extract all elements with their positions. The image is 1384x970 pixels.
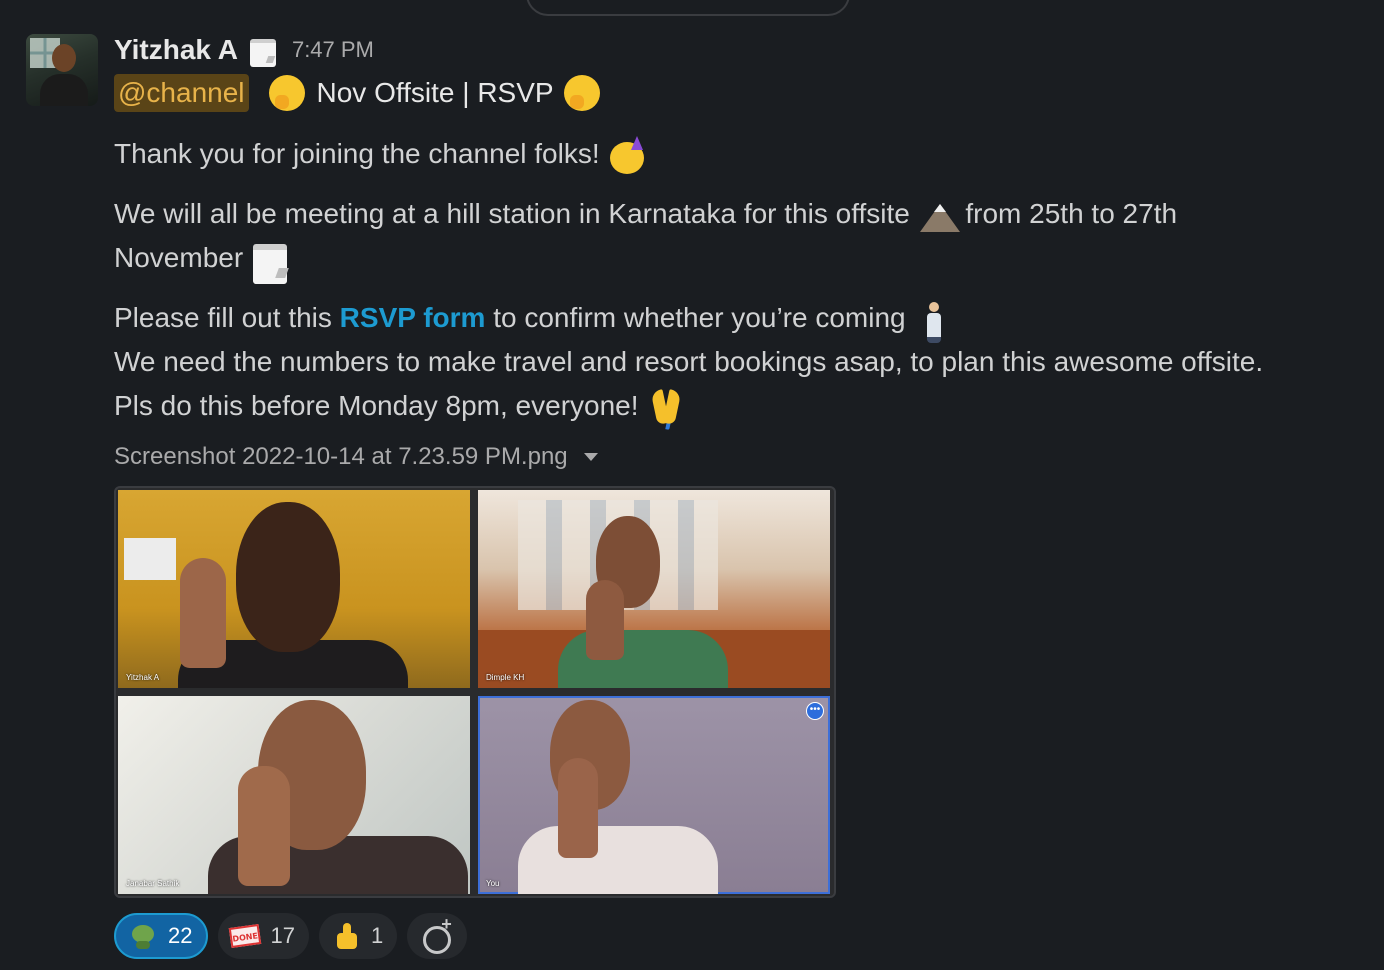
person-head xyxy=(236,502,340,652)
thanks-text: Thank you for joining the channel folks! xyxy=(114,138,600,169)
reaction-count: 22 xyxy=(168,923,193,948)
author-name[interactable]: Yitzhak A xyxy=(114,34,238,66)
person-body xyxy=(518,826,718,894)
participant-label: Dimple KH xyxy=(486,673,525,682)
video-tile-self: ••• You xyxy=(478,696,830,894)
calendar-icon xyxy=(248,35,278,67)
rsvp-text-2: to confirm whether you’re coming xyxy=(493,302,906,333)
praying-hands xyxy=(238,766,290,886)
chevron-down-icon[interactable] xyxy=(583,453,598,461)
attachment-image[interactable]: Yitzhak A Dimple KH Janabar Sathik ••• Y… xyxy=(114,486,836,898)
mountain-icon xyxy=(918,196,960,236)
praying-hands xyxy=(180,558,226,668)
deadline-text: Pls do this before Monday 8pm, everyone! xyxy=(114,390,639,421)
deadline-line: Pls do this before Monday 8pm, everyone! xyxy=(114,384,686,428)
attachment-header[interactable]: Screenshot 2022-10-14 at 7.23.59 PM.png xyxy=(114,440,598,474)
reaction-done[interactable]: 17 xyxy=(218,913,309,959)
rsvp-form-link[interactable]: RSVP form xyxy=(340,302,486,333)
done-stamp-icon xyxy=(230,921,260,951)
channel-mention[interactable]: @channel xyxy=(114,74,249,112)
rsvp-text-1: Please fill out this xyxy=(114,302,332,333)
message-title: Nov Offsite | RSVP xyxy=(316,77,554,108)
numbers-line: We need the numbers to make travel and r… xyxy=(114,346,1264,377)
more-options-icon[interactable]: ••• xyxy=(806,702,824,720)
shushing-face-icon xyxy=(562,73,604,113)
add-reaction-icon xyxy=(421,914,453,954)
rsvp-line: Please fill out this RSVP form to confir… xyxy=(114,296,953,343)
video-tile: Janabar Sathik xyxy=(118,696,470,894)
video-tile: Dimple KH xyxy=(478,490,830,688)
video-tile: Yitzhak A xyxy=(118,490,470,688)
calendar-icon xyxy=(251,240,291,284)
participant-label: You xyxy=(486,879,500,888)
partying-face-icon xyxy=(607,135,647,176)
message-header: Yitzhak A 7:47 PM xyxy=(114,30,374,70)
meeting-line-2: November xyxy=(114,236,291,284)
thanks-line: Thank you for joining the channel folks! xyxy=(114,132,647,176)
new-messages-pill[interactable] xyxy=(526,0,850,16)
avatar-head xyxy=(52,44,76,72)
reaction-count: 1 xyxy=(370,923,384,948)
meeting-text-3: November xyxy=(114,242,244,273)
dancing-person-icon xyxy=(913,300,953,343)
attachment-filename[interactable]: Screenshot 2022-10-14 at 7.23.59 PM.png xyxy=(114,443,568,471)
reaction-count: 17 xyxy=(270,923,295,948)
reaction-thumbs-up[interactable]: 1 xyxy=(318,913,398,959)
folded-hands-icon xyxy=(646,388,686,428)
frog-icon xyxy=(128,921,158,951)
avatar-body xyxy=(40,74,88,106)
meeting-text-1: We will all be meeting at a hill station… xyxy=(114,198,910,229)
meeting-line: We will all be meeting at a hill station… xyxy=(114,192,1177,236)
person-body xyxy=(558,630,728,688)
avatar[interactable] xyxy=(26,34,98,106)
wall-poster xyxy=(124,538,176,580)
praying-hands xyxy=(586,580,624,660)
praying-hands xyxy=(558,758,598,858)
shushing-face-icon xyxy=(267,73,309,113)
reaction-frog[interactable]: 22 xyxy=(114,913,209,959)
participant-label: Janabar Sathik xyxy=(126,879,180,888)
add-reaction-button[interactable] xyxy=(407,913,468,959)
message-title-row: @channel Nov Offsite | RSVP xyxy=(114,72,604,114)
participant-label: Yitzhak A xyxy=(126,673,160,682)
reactions-bar: 22 17 1 xyxy=(114,912,477,960)
meeting-text-2: from 25th to 27th xyxy=(965,198,1178,229)
message-timestamp[interactable]: 7:47 PM xyxy=(292,37,374,63)
thumbs-up-icon xyxy=(331,921,361,951)
